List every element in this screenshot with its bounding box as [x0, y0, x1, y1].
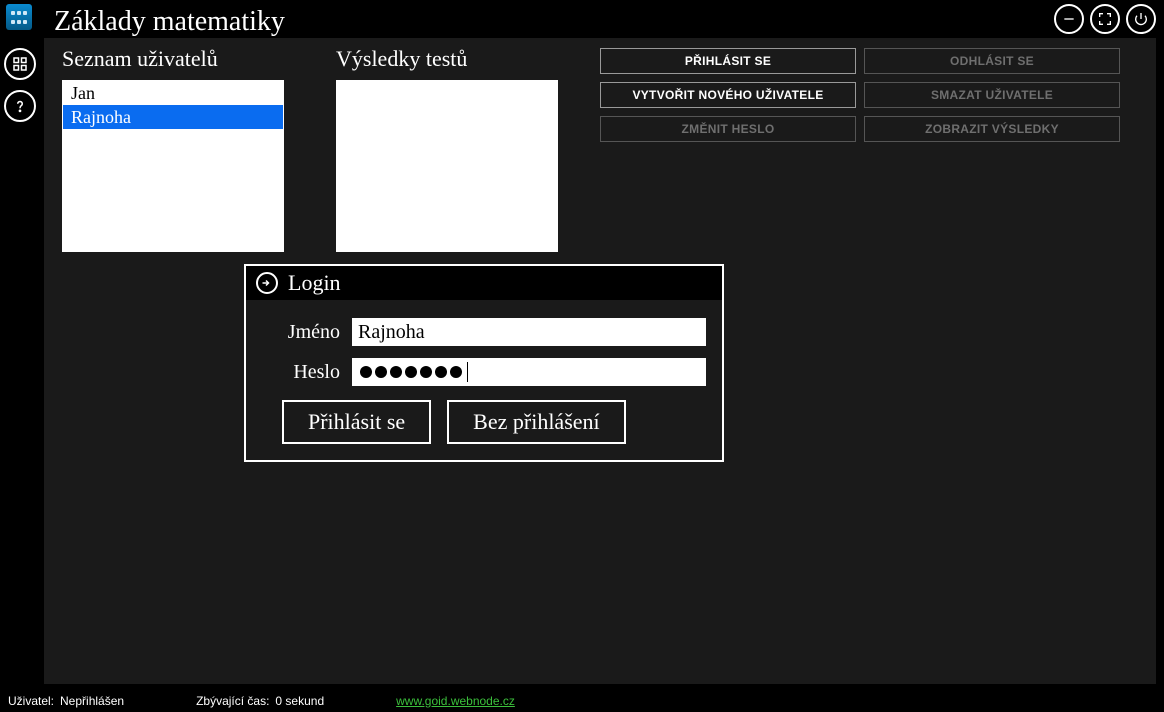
- password-dot: [375, 366, 387, 378]
- user-item[interactable]: Jan: [63, 81, 283, 105]
- status-link[interactable]: www.goid.webnode.cz: [396, 694, 515, 708]
- minimize-button[interactable]: [1054, 4, 1084, 34]
- status-user-value: Nepřihlášen: [60, 694, 124, 708]
- status-user-label: Uživatel:: [8, 694, 54, 708]
- show-results-button: ZOBRAZIT VÝSLEDKY: [864, 116, 1120, 142]
- login-dialog: Login Jméno Heslo Přihlásit se Bez přihl…: [244, 264, 724, 462]
- app-icon[interactable]: [6, 4, 32, 30]
- login-button[interactable]: PŘIHLÁSIT SE: [600, 48, 856, 74]
- power-button[interactable]: [1126, 4, 1156, 34]
- status-time-label: Zbývající čas:: [196, 694, 269, 708]
- password-dot: [360, 366, 372, 378]
- password-dot: [420, 366, 432, 378]
- main-panel: Seznam uživatelů Výsledky testů JanRajno…: [44, 38, 1156, 684]
- fullscreen-button[interactable]: [1090, 4, 1120, 34]
- password-dot: [390, 366, 402, 378]
- name-label: Jméno: [262, 321, 352, 344]
- tests-heading: Výsledky testů: [336, 46, 467, 72]
- status-bar: Uživatel: Nepřihlášen Zbývající čas: 0 s…: [0, 690, 1164, 712]
- pass-label: Heslo: [262, 361, 352, 384]
- password-dot: [405, 366, 417, 378]
- delete-user-button: SMAZAT UŽIVATELE: [864, 82, 1120, 108]
- change-pass-button: ZMĚNIT HESLO: [600, 116, 856, 142]
- dialog-login-button[interactable]: Přihlásit se: [282, 400, 431, 444]
- home-button[interactable]: [4, 48, 36, 80]
- help-icon: [11, 97, 29, 115]
- password-dot: [450, 366, 462, 378]
- help-button[interactable]: [4, 90, 36, 122]
- user-list[interactable]: JanRajnoha: [62, 80, 284, 252]
- dialog-titlebar: Login: [246, 266, 722, 300]
- minus-icon: [1061, 11, 1077, 27]
- name-field[interactable]: [352, 318, 706, 346]
- create-user-button[interactable]: VYTVOŘIT NOVÉHO UŽIVATELE: [600, 82, 856, 108]
- users-heading: Seznam uživatelů: [62, 46, 218, 72]
- dialog-title-text: Login: [288, 270, 341, 296]
- action-buttons: PŘIHLÁSIT SE ODHLÁSIT SE VYTVOŘIT NOVÉHO U…: [600, 48, 1120, 142]
- user-item[interactable]: Rajnoha: [63, 105, 283, 129]
- grid-icon: [11, 55, 29, 73]
- dialog-skip-button[interactable]: Bez přihlášení: [447, 400, 625, 444]
- page-title: Základy matematiky: [54, 6, 285, 38]
- power-icon: [1133, 11, 1149, 27]
- login-icon: [256, 272, 278, 294]
- expand-icon: [1097, 11, 1113, 27]
- text-caret: [467, 362, 468, 382]
- pass-field[interactable]: [352, 358, 706, 386]
- logout-button: ODHLÁSIT SE: [864, 48, 1120, 74]
- test-list[interactable]: [336, 80, 558, 252]
- password-dot: [435, 366, 447, 378]
- status-time-value: 0 sekund: [275, 694, 324, 708]
